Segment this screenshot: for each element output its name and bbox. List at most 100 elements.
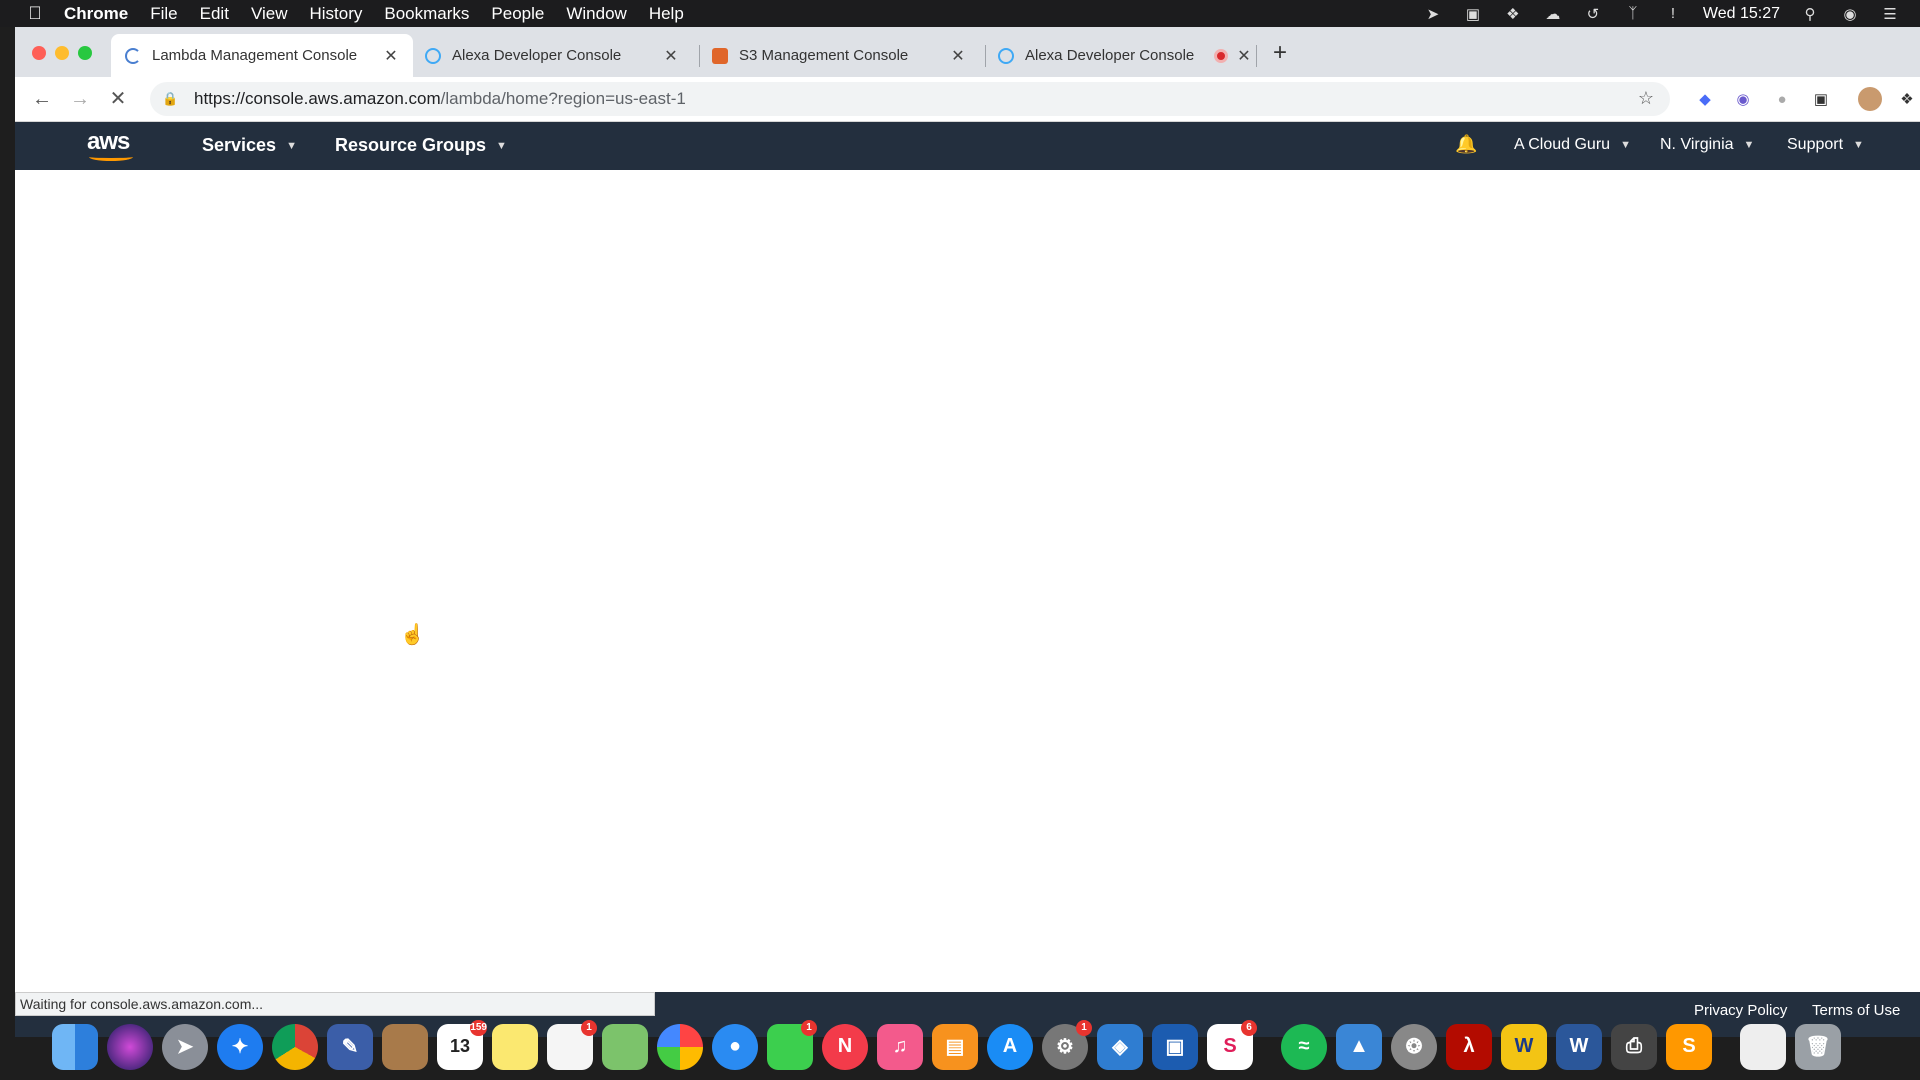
notebook-icon[interactable] xyxy=(382,1023,428,1070)
zoom-window-button[interactable] xyxy=(78,46,92,60)
alexa-icon xyxy=(425,47,441,64)
alert-icon[interactable]: ! xyxy=(1663,5,1683,23)
remote-desktop-icon[interactable]: ▣ xyxy=(1152,1023,1198,1070)
facetime-icon[interactable]: 1 xyxy=(767,1019,817,1070)
itunes-music-icon[interactable]: ♫ xyxy=(877,1023,923,1070)
launchpad-rocket-icon[interactable]: ➤ xyxy=(162,1023,208,1070)
new-tab-plus-icon[interactable]: + xyxy=(1267,39,1293,67)
bluetooth-icon[interactable]: ᛉ xyxy=(1623,5,1643,23)
address-bar[interactable]: 🔒 https://console.aws.amazon.com/lambda/… xyxy=(150,82,1670,116)
apple-menu-icon[interactable]:  xyxy=(24,3,46,24)
menu-file[interactable]: File xyxy=(150,4,177,24)
printer-icon[interactable]: ⎙ xyxy=(1611,1023,1657,1070)
chrome-menu-icon[interactable]: ❖ xyxy=(1897,89,1917,109)
menu-edit[interactable]: Edit xyxy=(200,4,229,24)
menu-view[interactable]: View xyxy=(251,4,288,24)
extension-circle-icon[interactable]: ● xyxy=(1772,89,1792,109)
notes-icon[interactable] xyxy=(492,1023,538,1070)
menu-app-name[interactable]: Chrome xyxy=(64,4,128,24)
close-tab-icon[interactable]: ✕ xyxy=(950,46,966,66)
close-window-button[interactable] xyxy=(32,46,46,60)
safari-compass-icon[interactable]: ✦ xyxy=(217,1023,263,1070)
close-tab-icon[interactable]: ✕ xyxy=(1236,46,1252,66)
creative-cloud-icon[interactable]: ☁ xyxy=(1543,5,1563,23)
winbox-icon[interactable]: W xyxy=(1501,1023,1547,1070)
stop-loading-icon[interactable]: ✕ xyxy=(105,86,131,112)
sublime-text-icon[interactable]: S xyxy=(1666,1023,1712,1070)
menu-window[interactable]: Window xyxy=(566,4,626,24)
preview-icon[interactable]: ✎ xyxy=(327,1023,373,1070)
trash-icon[interactable]: 🗑 xyxy=(1795,1023,1841,1070)
profile-avatar[interactable] xyxy=(1858,87,1882,111)
chrome-icon[interactable] xyxy=(272,1023,318,1070)
screen-record-icon[interactable]: ▣ xyxy=(1463,5,1483,23)
tab-lambda-console[interactable]: Lambda Management Console ✕ xyxy=(111,34,413,77)
account-label: A Cloud Guru xyxy=(1514,136,1611,153)
aws-logo[interactable]: aws xyxy=(87,128,139,164)
maps-icon[interactable] xyxy=(602,1023,648,1070)
tab-title: S3 Management Console xyxy=(739,47,909,64)
back-arrow-icon[interactable]: ← xyxy=(29,86,55,112)
lock-icon[interactable]: 🔒 xyxy=(162,91,178,107)
menubar-clock[interactable]: Wed 15:27 xyxy=(1703,5,1780,23)
photos-icon[interactable] xyxy=(657,1023,703,1070)
acrobat-icon[interactable]: λ xyxy=(1446,1023,1492,1070)
messages-bubble-icon[interactable]: ● xyxy=(712,1023,758,1070)
notification-center-icon[interactable]: ☰ xyxy=(1880,5,1900,23)
downloads-stack-icon[interactable] xyxy=(1740,1023,1786,1070)
menu-bookmarks[interactable]: Bookmarks xyxy=(384,4,469,24)
bookmark-star-icon[interactable]: ☆ xyxy=(1638,88,1654,109)
siri-icon[interactable] xyxy=(107,1023,153,1070)
chevron-down-icon: ▼ xyxy=(1743,139,1755,151)
time-machine-icon[interactable]: ↺ xyxy=(1583,5,1603,23)
region-menu[interactable]: N. Virginia ▼ xyxy=(1660,136,1754,154)
chevron-down-icon: ▼ xyxy=(286,139,297,152)
hand-cursor-icon: ☝ xyxy=(400,624,425,646)
network-globe-icon[interactable]: ◈ xyxy=(1097,1023,1143,1070)
tab-alexa-console-2[interactable]: Alexa Developer Console ✕ xyxy=(984,34,1266,77)
spotlight-search-icon[interactable]: ⚲ xyxy=(1800,5,1820,23)
word-icon[interactable]: W xyxy=(1556,1023,1602,1070)
books-icon[interactable]: ▤ xyxy=(932,1023,978,1070)
services-label: Services xyxy=(202,135,277,155)
minimize-window-button[interactable] xyxy=(55,46,69,60)
close-tab-icon[interactable]: ✕ xyxy=(383,46,399,66)
resource-groups-menu[interactable]: Resource Groups ▼ xyxy=(335,135,507,156)
forward-arrow-icon[interactable]: → xyxy=(67,86,93,112)
notification-bell-icon[interactable]: 🔔 xyxy=(1455,134,1477,156)
tab-strip: Lambda Management Console ✕ Alexa Develo… xyxy=(15,27,1920,77)
menu-history[interactable]: History xyxy=(309,4,362,24)
location-arrow-icon[interactable]: ➤ xyxy=(1423,5,1443,23)
news-icon[interactable]: N xyxy=(822,1023,868,1070)
extension-diamond-icon[interactable]: ◆ xyxy=(1695,89,1715,109)
menu-help[interactable]: Help xyxy=(649,4,684,24)
video-reel-icon[interactable]: ❂ xyxy=(1391,1023,1437,1070)
page-content-area: ☝ xyxy=(15,170,1920,992)
status-menu-extras: ➤ ▣ ❖ ☁ ↺ ᛉ ! Wed 15:27 ⚲ ◉ ☰ xyxy=(1423,0,1900,27)
url-path: /lambda/home?region=us-east-1 xyxy=(440,89,686,108)
extension-screen-icon[interactable]: ▣ xyxy=(1811,89,1831,109)
calendar-icon[interactable]: 13 159 xyxy=(437,1019,487,1070)
services-menu[interactable]: Services ▼ xyxy=(202,135,297,156)
menu-people[interactable]: People xyxy=(491,4,544,24)
tab-s3-console[interactable]: S3 Management Console ✕ xyxy=(698,34,980,77)
account-menu[interactable]: A Cloud Guru ▼ xyxy=(1514,136,1631,154)
tab-title: Alexa Developer Console xyxy=(452,47,622,64)
macos-menu-bar:  Chrome File Edit View History Bookmark… xyxy=(0,0,1920,27)
macos-dock: ➤ ✦ ✎ 13 159 1 ● 1 N ♫ ▤ A ⚙ 1 ◈ ▣ S 6 ≈… xyxy=(40,1013,1880,1080)
aws-console-nav: aws Services ▼ Resource Groups ▼ 🔔 A Clo… xyxy=(15,122,1920,170)
siri-icon[interactable]: ◉ xyxy=(1840,5,1860,23)
extension-shield-icon[interactable]: ◉ xyxy=(1733,89,1753,109)
close-tab-icon[interactable]: ✕ xyxy=(663,46,679,66)
spotify-icon[interactable]: ≈ xyxy=(1281,1023,1327,1070)
reminders-icon[interactable]: 1 xyxy=(547,1019,597,1070)
tab-alexa-console[interactable]: Alexa Developer Console ✕ xyxy=(411,34,693,77)
keynote-icon[interactable]: ▲ xyxy=(1336,1023,1382,1070)
url-text[interactable]: https://console.aws.amazon.com/lambda/ho… xyxy=(194,89,686,109)
system-preferences-gear-icon[interactable]: ⚙ 1 xyxy=(1042,1019,1092,1070)
finder-icon[interactable] xyxy=(52,1023,98,1070)
dropbox-icon[interactable]: ❖ xyxy=(1503,5,1523,23)
support-menu[interactable]: Support ▼ xyxy=(1787,136,1864,154)
slack-icon[interactable]: S 6 xyxy=(1207,1019,1257,1070)
app-store-icon[interactable]: A xyxy=(987,1023,1033,1070)
